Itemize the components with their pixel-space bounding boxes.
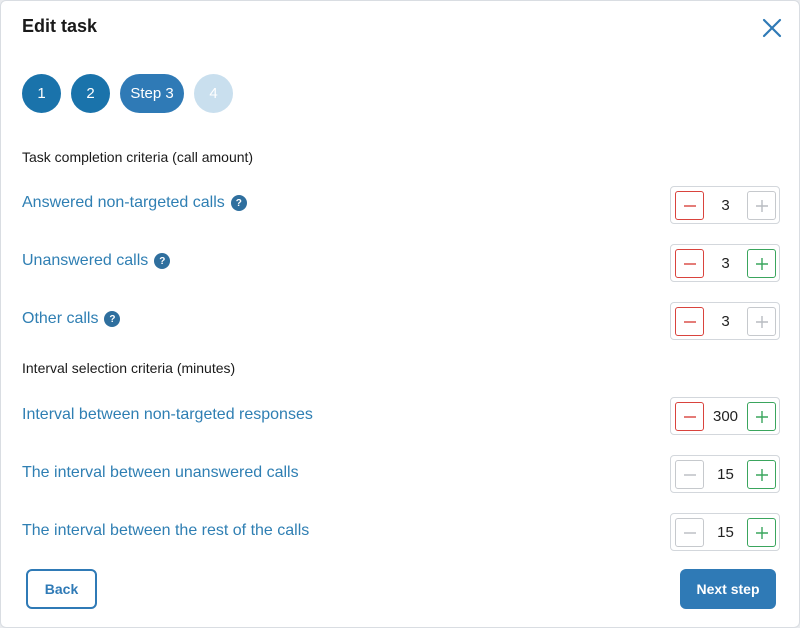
increment-button[interactable] [747, 249, 776, 278]
help-icon[interactable]: ? [154, 253, 171, 269]
row-label-text: Answered non-targeted calls [22, 194, 225, 211]
row-label-text: Interval between non-targeted responses [22, 406, 313, 423]
quantity-stepper: 15 [670, 455, 780, 493]
decrement-button[interactable] [675, 307, 704, 336]
quantity-stepper: 3 [670, 186, 780, 224]
quantity-stepper: 15 [670, 513, 780, 551]
row-label-text: Other calls [22, 310, 99, 327]
decrement-button[interactable] [675, 402, 704, 431]
quantity-stepper: 300 [670, 397, 780, 435]
next-step-button[interactable]: Next step [680, 569, 776, 609]
stepper-value[interactable]: 300 [704, 398, 747, 434]
stepper-value[interactable]: 3 [704, 187, 747, 223]
row-label-interval-unanswered: The interval between unanswered calls [22, 464, 299, 482]
stepper-value[interactable]: 15 [704, 514, 747, 550]
stepper-value[interactable]: 3 [704, 245, 747, 281]
minus-icon [683, 320, 696, 323]
increment-button[interactable] [747, 307, 776, 336]
decrement-button[interactable] [675, 518, 704, 547]
row-label-answered-non-targeted: Answered non-targeted calls ? [22, 194, 247, 212]
minus-icon [683, 473, 696, 476]
edit-task-dialog: Edit task 1 2 Step 3 4 Task completion c… [0, 0, 800, 628]
minus-icon [683, 204, 696, 207]
step-3-current[interactable]: Step 3 [120, 74, 184, 113]
row-label-text: The interval between the rest of the cal… [22, 522, 310, 539]
decrement-button[interactable] [675, 460, 704, 489]
plus-icon [755, 526, 768, 539]
minus-icon [683, 262, 696, 265]
quantity-stepper: 3 [670, 244, 780, 282]
help-icon[interactable]: ? [104, 311, 121, 327]
plus-icon [755, 315, 768, 328]
plus-icon [755, 468, 768, 481]
row-label-interval-non-targeted: Interval between non-targeted responses [22, 406, 313, 424]
row-label-unanswered: Unanswered calls ? [22, 252, 171, 270]
row-label-text: Unanswered calls [22, 252, 149, 269]
plus-icon [755, 410, 768, 423]
row-label-other-calls: Other calls ? [22, 310, 121, 328]
plus-icon [755, 199, 768, 212]
decrement-button[interactable] [675, 191, 704, 220]
increment-button[interactable] [747, 460, 776, 489]
minus-icon [683, 531, 696, 534]
plus-icon [755, 257, 768, 270]
section-heading-interval: Interval selection criteria (minutes) [22, 360, 236, 376]
increment-button[interactable] [747, 402, 776, 431]
stepper-value[interactable]: 3 [704, 303, 747, 339]
step-4: 4 [194, 74, 233, 113]
quantity-stepper: 3 [670, 302, 780, 340]
step-1[interactable]: 1 [22, 74, 61, 113]
row-label-text: The interval between unanswered calls [22, 464, 299, 481]
stepper-value[interactable]: 15 [704, 456, 747, 492]
stepper-progress: 1 2 Step 3 4 [22, 74, 233, 113]
increment-button[interactable] [747, 191, 776, 220]
dialog-title: Edit task [22, 16, 98, 36]
increment-button[interactable] [747, 518, 776, 547]
back-button[interactable]: Back [26, 569, 97, 609]
step-2[interactable]: 2 [71, 74, 110, 113]
row-label-interval-rest: The interval between the rest of the cal… [22, 522, 309, 540]
minus-icon [683, 415, 696, 418]
help-icon[interactable]: ? [230, 195, 247, 211]
section-heading-completion: Task completion criteria (call amount) [22, 149, 254, 165]
decrement-button[interactable] [675, 249, 704, 278]
close-icon[interactable] [759, 15, 785, 41]
